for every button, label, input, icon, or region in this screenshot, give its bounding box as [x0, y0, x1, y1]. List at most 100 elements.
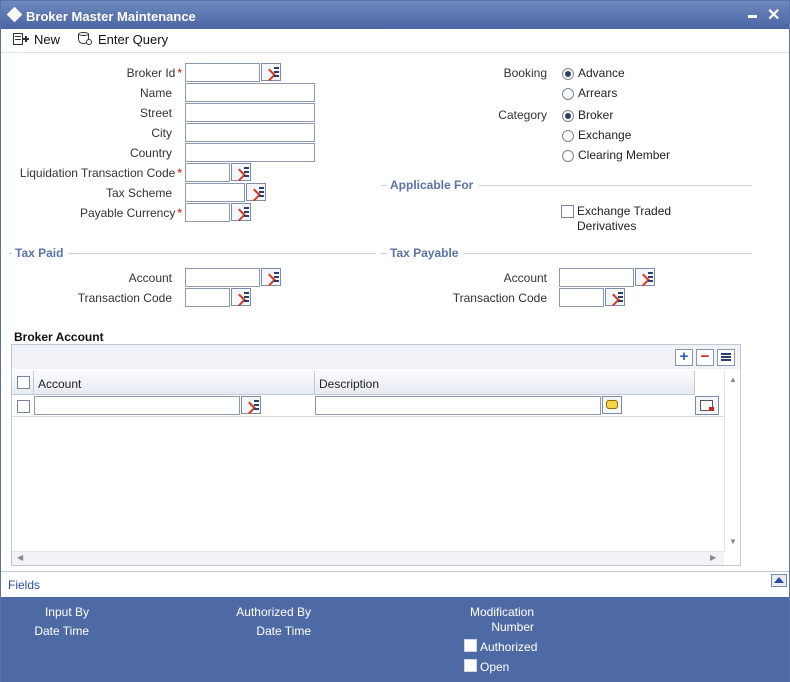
scroll-down-icon[interactable]: ▼ [729, 537, 737, 546]
authorized-checkbox[interactable] [464, 639, 477, 652]
etd-label-line1: Exchange Traded [577, 204, 672, 218]
new-label: New [34, 31, 61, 47]
tax-payable-account-input[interactable] [559, 268, 634, 287]
booking-label: Booking [503, 66, 547, 80]
authorized-date-time-label: Date Time [256, 624, 311, 638]
new-button[interactable]: New [13, 30, 60, 48]
country-input[interactable] [185, 143, 315, 162]
category-broker-label: Broker [578, 108, 614, 122]
tax-scheme-lov-icon[interactable] [246, 183, 266, 201]
category-clearing-member-label: Clearing Member [578, 148, 671, 162]
broker-master-window: Broker Master Maintenance ✕ New Enter Qu… [0, 0, 790, 682]
broker-id-lov-icon[interactable] [261, 63, 281, 81]
category-broker-radio[interactable] [562, 110, 574, 122]
liquidation-txn-code-lov-icon[interactable] [231, 163, 251, 181]
name-input[interactable] [185, 83, 315, 102]
tax-payable-account-label: Account [503, 271, 547, 285]
minimize-icon[interactable] [748, 15, 757, 18]
fields-bar: Fields [1, 571, 789, 595]
tax-payable-account-lov-icon[interactable] [635, 268, 655, 286]
open-label: Open [480, 660, 510, 674]
authorized-label: Authorized [480, 640, 538, 654]
enter-query-label: Enter Query [98, 31, 169, 47]
liquidation-txn-code-input[interactable] [185, 163, 230, 182]
row-account-lov-icon[interactable] [241, 396, 261, 414]
modification-number-label: Number [491, 620, 534, 634]
row-checkbox[interactable] [17, 400, 30, 413]
new-record-icon [13, 32, 29, 46]
grid-vertical-scrollbar[interactable]: ▲ ▼ [724, 371, 740, 551]
booking-arrears-label: Arrears [578, 86, 618, 100]
enter-query-button[interactable]: Enter Query [77, 30, 168, 48]
broker-account-grid: + − Account Description ▲ ▼ ◀ ▶ [11, 344, 741, 566]
tax-payable-txn-code-label: Transaction Code [452, 291, 547, 305]
name-label: Name [139, 86, 172, 100]
broker-id-input[interactable] [185, 63, 260, 82]
tax-paid-txn-code-input[interactable] [185, 288, 230, 307]
add-row-icon[interactable]: + [675, 349, 693, 366]
country-label: Country [129, 146, 172, 160]
modification-label: Modification [469, 605, 534, 619]
tax-paid-title: Tax Paid [12, 246, 70, 260]
tax-payable-txn-code-lov-icon[interactable] [605, 288, 625, 306]
payable-currency-label: Payable Currency * [79, 206, 182, 220]
city-input[interactable] [185, 123, 315, 142]
single-view-icon[interactable] [717, 349, 735, 366]
toolbar: New Enter Query [1, 29, 789, 53]
tax-scheme-label: Tax Scheme [105, 186, 172, 200]
city-label: City [151, 126, 172, 140]
grid-header: Account Description [12, 371, 695, 395]
delete-row-icon[interactable]: − [696, 349, 714, 366]
audit-footer: Input By Date Time Authorized By Date Ti… [1, 597, 789, 682]
tax-payable-txn-code-input[interactable] [559, 288, 604, 307]
broker-id-label: Broker Id * [126, 66, 182, 80]
row-description-comment-icon[interactable] [602, 396, 622, 414]
booking-advance-radio[interactable] [562, 68, 574, 80]
input-date-time-label: Date Time [34, 624, 89, 638]
row-description-input[interactable] [315, 396, 601, 415]
street-input[interactable] [185, 103, 315, 122]
app-diamond-icon [6, 6, 23, 23]
scroll-right-icon[interactable]: ▶ [710, 553, 716, 562]
street-label: Street [139, 106, 172, 120]
select-all-checkbox[interactable] [17, 376, 30, 389]
payable-currency-lov-icon[interactable] [231, 203, 251, 221]
close-icon[interactable]: ✕ [767, 5, 780, 25]
tax-paid-account-input[interactable] [185, 268, 260, 287]
account-column-header: Account [34, 371, 315, 395]
description-column-header: Description [315, 371, 695, 395]
booking-advance-label: Advance [578, 66, 625, 80]
category-exchange-label: Exchange [578, 128, 632, 142]
tax-paid-account-label: Account [128, 271, 172, 285]
category-clearing-member-radio[interactable] [562, 150, 574, 162]
category-label: Category [498, 108, 547, 122]
tax-paid-txn-code-label: Transaction Code [77, 291, 172, 305]
window-title: Broker Master Maintenance [26, 9, 196, 24]
applicable-for-title: Applicable For [387, 178, 480, 192]
tax-paid-account-lov-icon[interactable] [261, 268, 281, 286]
scroll-left-icon[interactable]: ◀ [17, 553, 23, 562]
etd-label-line2: Derivatives [577, 219, 637, 233]
fields-link[interactable]: Fields [8, 578, 40, 592]
grid-toolbar: + − [12, 345, 740, 369]
title-bar: Broker Master Maintenance ✕ [1, 1, 789, 29]
row-detail-icon[interactable] [695, 396, 719, 415]
payable-currency-input[interactable] [185, 203, 230, 222]
row-account-input[interactable] [34, 396, 240, 415]
tax-scheme-input[interactable] [185, 183, 245, 202]
table-row [12, 395, 724, 417]
category-exchange-radio[interactable] [562, 130, 574, 142]
authorized-by-label: Authorized By [236, 605, 311, 619]
grid-horizontal-scrollbar[interactable]: ◀ ▶ [12, 551, 724, 565]
input-by-label: Input By [44, 605, 89, 619]
collapse-up-icon[interactable] [771, 574, 787, 587]
scroll-up-icon[interactable]: ▲ [729, 375, 737, 384]
broker-account-title: Broker Account [14, 330, 104, 344]
tax-paid-txn-code-lov-icon[interactable] [231, 288, 251, 306]
etd-checkbox[interactable] [561, 205, 574, 218]
open-checkbox[interactable] [464, 659, 477, 672]
booking-arrears-radio[interactable] [562, 88, 574, 100]
select-all-cell [12, 371, 34, 395]
liquidation-txn-code-label: Liquidation Transaction Code * [19, 166, 182, 180]
tax-payable-title: Tax Payable [387, 246, 465, 260]
